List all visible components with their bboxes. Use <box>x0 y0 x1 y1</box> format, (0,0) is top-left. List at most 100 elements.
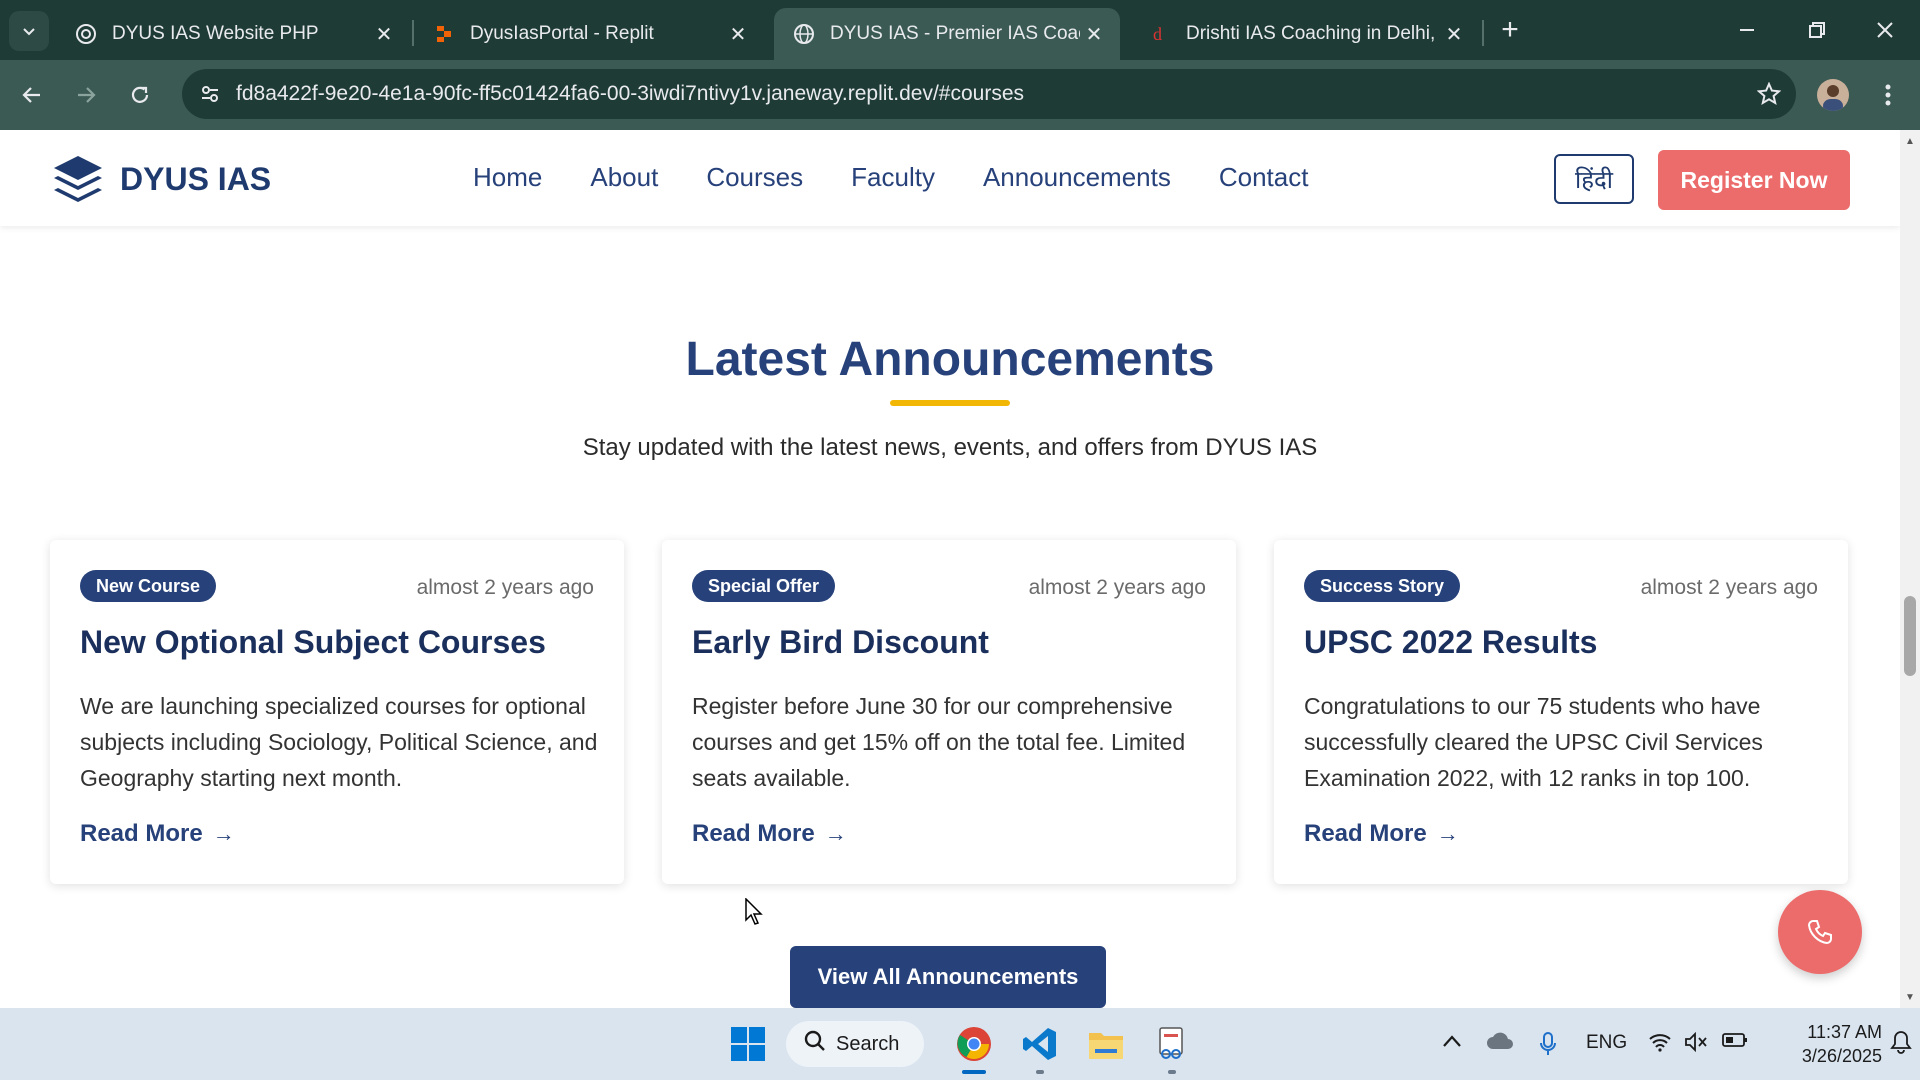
scroll-thumb[interactable] <box>1904 596 1916 676</box>
openai-icon <box>74 22 98 46</box>
announcement-card: Success Story almost 2 years ago UPSC 20… <box>1274 540 1848 884</box>
close-icon[interactable]: ✕ <box>370 20 398 48</box>
read-more-label: Read More <box>80 820 203 847</box>
announcement-date: almost 2 years ago <box>416 576 594 599</box>
chrome-taskbar-icon[interactable] <box>950 1020 998 1068</box>
new-tab-button[interactable]: + <box>1494 13 1526 46</box>
replit-icon <box>432 22 456 46</box>
page-scrollbar[interactable]: ▲ ▼ <box>1900 130 1920 1008</box>
announcement-title: New Optional Subject Courses <box>80 624 546 660</box>
browser-tab-1[interactable]: DYUS IAS Website PHP ✕ <box>56 8 410 60</box>
restore-icon <box>1809 22 1825 38</box>
web-page: DYUS IAS Home About Courses Faculty Anno… <box>0 130 1900 1008</box>
windows-logo-icon <box>731 1027 765 1061</box>
close-window-button[interactable] <box>1860 10 1910 50</box>
forward-button[interactable] <box>68 77 104 113</box>
read-more-link[interactable]: Read More → <box>80 820 235 848</box>
phone-icon <box>1807 920 1832 945</box>
browser-toolbar: fd8a422f-9e20-4e1a-90fc-ff5c01424fa6-00-… <box>0 60 1920 130</box>
tab-title: DYUS IAS Website PHP <box>112 23 319 44</box>
taskbar-search[interactable]: Search <box>786 1021 924 1067</box>
mouse-cursor-icon <box>745 898 763 925</box>
close-icon <box>1877 22 1893 38</box>
browser-tab-4[interactable]: d Drishti IAS Coaching in Delhi, Be ✕ <box>1130 8 1480 60</box>
announcement-date: almost 2 years ago <box>1640 576 1818 599</box>
announcement-card: New Course almost 2 years ago New Option… <box>50 540 624 884</box>
volume-muted-icon[interactable] <box>1684 1031 1708 1058</box>
vscode-taskbar-icon[interactable] <box>1016 1020 1064 1068</box>
read-more-link[interactable]: Read More → <box>692 820 847 848</box>
announcement-title: Early Bird Discount <box>692 624 989 660</box>
register-now-button[interactable]: Register Now <box>1658 150 1850 210</box>
clock-time: 11:37 AM <box>1807 1022 1882 1042</box>
scroll-down-icon[interactable]: ▼ <box>1904 992 1916 1004</box>
browser-tab-strip: DYUS IAS Website PHP ✕ DyusIasPortal - R… <box>0 0 1920 60</box>
notifications-bell-icon[interactable] <box>1890 1030 1912 1060</box>
nav-home[interactable]: Home <box>473 162 542 193</box>
profile-avatar[interactable] <box>1817 79 1849 111</box>
address-bar[interactable]: fd8a422f-9e20-4e1a-90fc-ff5c01424fa6-00-… <box>182 69 1796 119</box>
chevron-down-icon <box>23 28 35 36</box>
reload-icon <box>131 86 149 103</box>
close-icon[interactable]: ✕ <box>1080 20 1108 48</box>
battery-icon[interactable] <box>1722 1032 1748 1054</box>
announcement-date: almost 2 years ago <box>1028 576 1206 599</box>
snipping-tool-taskbar-icon[interactable] <box>1148 1020 1196 1068</box>
read-more-link[interactable]: Read More → <box>1304 820 1459 848</box>
hindi-language-button[interactable]: हिंदी <box>1554 154 1634 204</box>
minimize-button[interactable] <box>1722 10 1772 50</box>
tab-search-button[interactable] <box>9 11 49 51</box>
globe-icon <box>792 22 816 46</box>
announcement-body: We are launching specialized courses for… <box>80 693 598 791</box>
site-header: DYUS IAS Home About Courses Faculty Anno… <box>0 130 1900 226</box>
browser-menu-button[interactable] <box>1870 77 1906 113</box>
close-icon[interactable]: ✕ <box>1440 20 1468 48</box>
arrow-right-icon <box>78 87 96 103</box>
scroll-up-icon[interactable]: ▲ <box>1904 136 1916 148</box>
call-button[interactable] <box>1778 890 1862 974</box>
logo-text: DYUS IAS <box>120 160 272 197</box>
announcement-body: Register before June 30 for our comprehe… <box>692 693 1186 791</box>
more-vertical-icon <box>1885 84 1891 106</box>
chevron-up-icon[interactable] <box>1442 1032 1462 1054</box>
site-settings-icon[interactable] <box>196 80 224 108</box>
onedrive-cloud-icon[interactable] <box>1486 1032 1514 1056</box>
bookmark-star-icon[interactable] <box>1754 79 1784 109</box>
category-badge: Success Story <box>1304 570 1461 602</box>
nav-about[interactable]: About <box>590 162 658 193</box>
arrow-right-icon: → <box>212 821 235 846</box>
url-text[interactable]: fd8a422f-9e20-4e1a-90fc-ff5c01424fa6-00-… <box>236 82 1024 106</box>
site-logo[interactable]: DYUS IAS <box>52 154 271 204</box>
back-button[interactable] <box>14 77 50 113</box>
search-icon <box>804 1030 826 1058</box>
clock-date: 3/26/2025 <box>1801 1046 1882 1066</box>
nav-announcements[interactable]: Announcements <box>983 162 1171 193</box>
arrow-left-icon <box>22 87 40 103</box>
file-explorer-taskbar-icon[interactable] <box>1082 1020 1130 1068</box>
input-language[interactable]: ENG <box>1586 1032 1627 1054</box>
nav-courses[interactable]: Courses <box>706 162 803 193</box>
section-title: Latest Announcements <box>685 333 1215 386</box>
announcement-body: Congratulations to our 75 students who h… <box>1304 693 1763 791</box>
running-indicator <box>962 1070 986 1074</box>
browser-tab-2[interactable]: DyusIasPortal - Replit ✕ <box>414 8 764 60</box>
read-more-label: Read More <box>692 820 815 847</box>
announcement-card: Special Offer almost 2 years ago Early B… <box>662 540 1236 884</box>
read-more-label: Read More <box>1304 820 1427 847</box>
start-button[interactable] <box>724 1020 772 1068</box>
browser-tab-3-active[interactable]: DYUS IAS - Premier IAS Coachin ✕ <box>774 8 1120 60</box>
category-badge: New Course <box>80 570 217 602</box>
nav-faculty[interactable]: Faculty <box>851 162 935 193</box>
system-clock[interactable]: 11:37 AM 3/26/2025 <box>1762 1020 1882 1068</box>
arrow-right-icon: → <box>1436 821 1459 846</box>
restore-button[interactable] <box>1792 10 1842 50</box>
search-label: Search <box>836 1032 900 1055</box>
microphone-icon[interactable] <box>1540 1032 1556 1062</box>
layers-logo-icon <box>54 156 102 202</box>
view-all-announcements-button[interactable]: View All Announcements <box>790 946 1106 1008</box>
close-icon[interactable]: ✕ <box>724 20 752 48</box>
wifi-icon[interactable] <box>1648 1032 1672 1058</box>
nav-contact[interactable]: Contact <box>1219 162 1309 193</box>
windows-taskbar: Search ENG 11:37 AM 3/26/2025 <box>0 1008 1920 1080</box>
reload-button[interactable] <box>122 77 158 113</box>
